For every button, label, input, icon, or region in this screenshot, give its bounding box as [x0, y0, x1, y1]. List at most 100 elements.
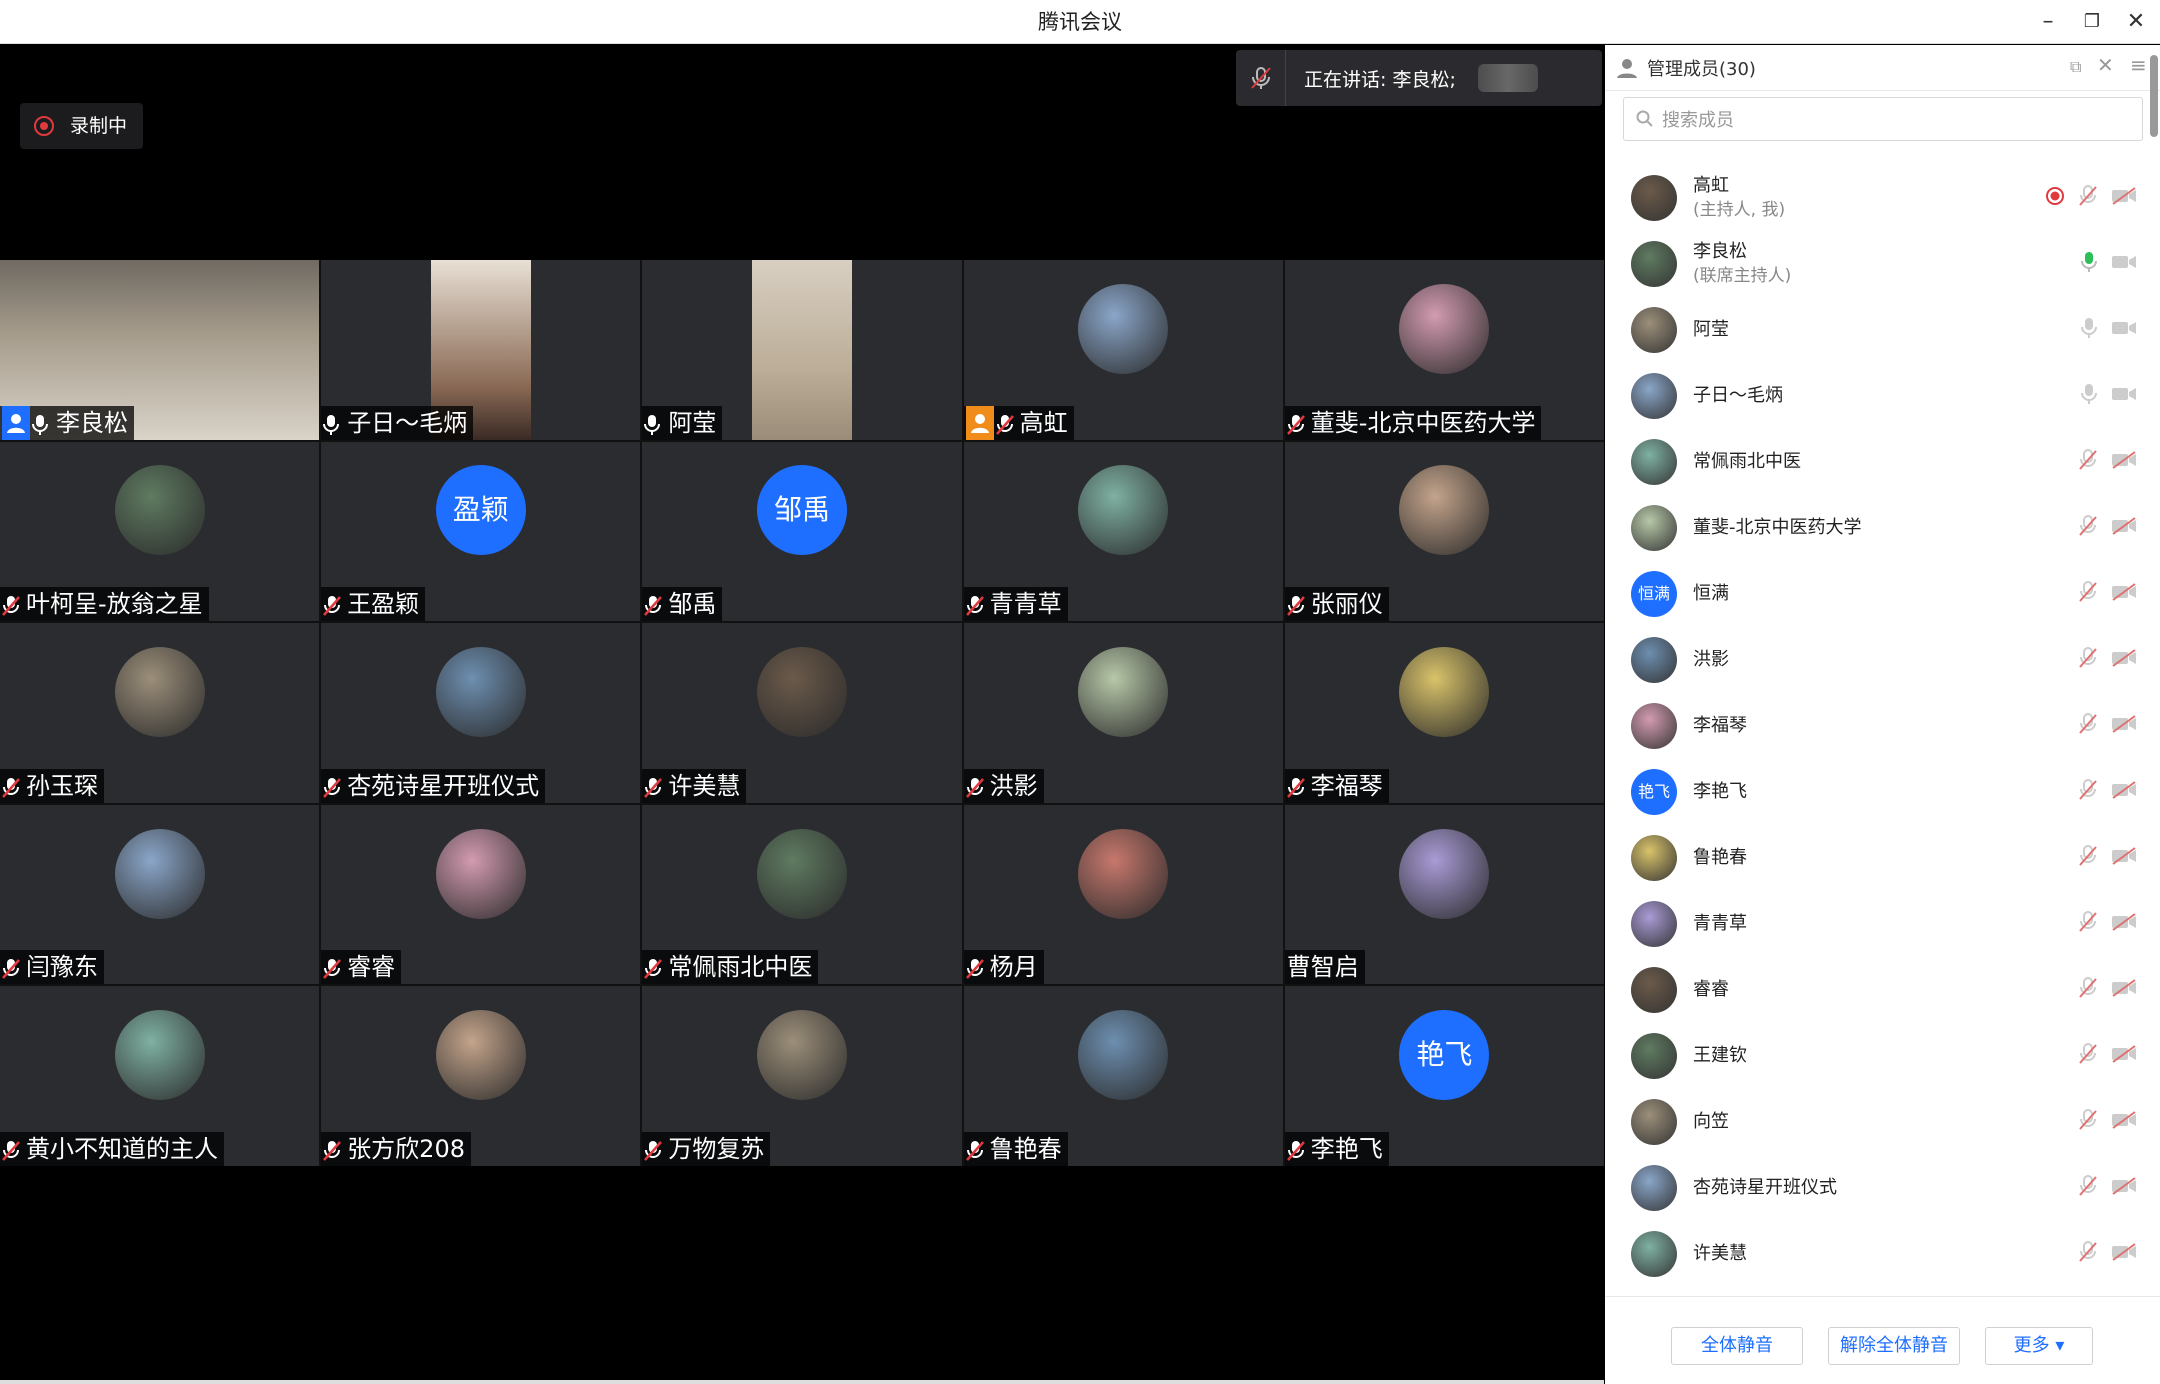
- mute-all-button[interactable]: 全体静音: [1671, 1327, 1803, 1365]
- member-name: 青青草: [1693, 913, 1747, 934]
- member-row[interactable]: 董斐-北京中医药大学: [1605, 495, 2145, 561]
- panel-close-icon[interactable]: ✕: [2097, 53, 2114, 77]
- participant-tile[interactable]: 盈颖 王盈颖: [321, 441, 641, 622]
- camera-icon[interactable]: [2111, 1111, 2137, 1133]
- member-row[interactable]: 恒满 恒满: [1605, 561, 2145, 627]
- participant-tile[interactable]: 许美慧: [642, 623, 962, 803]
- participant-tile[interactable]: 李良松: [0, 260, 320, 440]
- camera-icon[interactable]: [2111, 781, 2137, 803]
- mic-icon[interactable]: [2081, 251, 2097, 277]
- panel-scrollbar[interactable]: [2150, 55, 2158, 137]
- member-name: 李良松: [1693, 241, 1747, 262]
- participant-tile[interactable]: 常佩雨北中医: [642, 804, 962, 985]
- recording-indicator[interactable]: 录制中: [20, 103, 144, 149]
- unmute-all-button[interactable]: 解除全体静音: [1828, 1327, 1960, 1365]
- member-row[interactable]: 李福琴: [1605, 693, 2145, 759]
- member-row[interactable]: 鲁艳春: [1605, 825, 2145, 891]
- camera-icon[interactable]: [2111, 517, 2137, 539]
- camera-icon[interactable]: [2111, 847, 2137, 869]
- member-row[interactable]: 许美慧: [1605, 1221, 2145, 1287]
- participant-tile[interactable]: 睿睿: [321, 804, 641, 985]
- muted-mic-icon[interactable]: [2079, 1109, 2097, 1135]
- close-icon[interactable]: ✕: [2120, 6, 2152, 38]
- participant-tile[interactable]: 高虹: [963, 260, 1283, 440]
- camera-icon[interactable]: [2111, 319, 2137, 341]
- participant-tile[interactable]: 艳飞 李艳飞: [1284, 986, 1604, 1166]
- participant-tile[interactable]: 鲁艳春: [963, 986, 1283, 1166]
- participant-tile[interactable]: 阿莹: [642, 260, 962, 440]
- member-row[interactable]: 李良松 (联席主持人): [1605, 231, 2145, 297]
- member-row[interactable]: 子日～毛炳: [1605, 363, 2145, 429]
- camera-icon[interactable]: [2111, 715, 2137, 737]
- muted-mic-icon[interactable]: [2079, 911, 2097, 937]
- participant-tile[interactable]: 张丽仪: [1284, 441, 1604, 622]
- camera-icon[interactable]: [2111, 253, 2137, 275]
- member-row[interactable]: 青青草: [1605, 891, 2145, 957]
- participant-name: 常佩雨北中医: [668, 953, 813, 982]
- member-avatar: 恒满: [1631, 571, 1677, 617]
- participant-tile[interactable]: 洪影: [963, 623, 1283, 803]
- camera-icon[interactable]: [2111, 451, 2137, 473]
- member-row[interactable]: 杏苑诗星开班仪式: [1605, 1155, 2145, 1221]
- participant-tile[interactable]: 孙玉琛: [0, 623, 320, 803]
- muted-mic-icon[interactable]: [2079, 449, 2097, 475]
- camera-icon[interactable]: [2111, 583, 2137, 605]
- participant-tile[interactable]: 杏苑诗星开班仪式: [321, 623, 641, 803]
- mic-icon[interactable]: [2081, 317, 2097, 343]
- panel-menu-icon[interactable]: ≡: [2130, 53, 2147, 77]
- camera-icon[interactable]: [2111, 1045, 2137, 1067]
- participant-tile[interactable]: 杨月: [963, 804, 1283, 985]
- member-avatar: [1631, 1099, 1677, 1145]
- member-row[interactable]: 向笠: [1605, 1089, 2145, 1155]
- muted-mic-icon: [323, 774, 343, 798]
- muted-mic-icon[interactable]: [2079, 515, 2097, 541]
- camera-icon[interactable]: [2111, 187, 2137, 209]
- camera-icon[interactable]: [2111, 649, 2137, 671]
- muted-mic-icon[interactable]: [2079, 977, 2097, 1003]
- minimize-icon[interactable]: –: [2032, 6, 2064, 38]
- muted-mic-icon[interactable]: [2079, 1241, 2097, 1267]
- search-icon: [1636, 110, 1653, 127]
- participant-nametag: 子日～毛炳: [321, 405, 474, 440]
- muted-mic-icon[interactable]: [2079, 647, 2097, 673]
- muted-mic-icon[interactable]: [2079, 1175, 2097, 1201]
- participant-tile[interactable]: 邹禹 邹禹: [642, 441, 962, 622]
- member-row[interactable]: 王建钦: [1605, 1023, 2145, 1089]
- camera-icon[interactable]: [2111, 979, 2137, 1001]
- participant-name: 杏苑诗星开班仪式: [347, 771, 540, 800]
- participant-tile[interactable]: 青青草: [963, 441, 1283, 622]
- member-row[interactable]: 洪影: [1605, 627, 2145, 693]
- member-row[interactable]: 高虹 (主持人, 我): [1605, 165, 2145, 231]
- participant-tile[interactable]: 张方欣208: [321, 986, 641, 1166]
- member-row[interactable]: 艳飞 李艳飞: [1605, 759, 2145, 825]
- muted-mic-icon[interactable]: [2079, 581, 2097, 607]
- camera-icon[interactable]: [2111, 385, 2137, 407]
- participant-tile[interactable]: 万物复苏: [642, 986, 962, 1166]
- participant-tile[interactable]: 闫豫东: [0, 804, 320, 985]
- participant-tile[interactable]: 子日～毛炳: [321, 260, 641, 440]
- member-row[interactable]: 常佩雨北中医: [1605, 429, 2145, 495]
- participant-tile[interactable]: 董斐-北京中医药大学: [1284, 260, 1604, 440]
- popout-icon[interactable]: ⧉: [2070, 57, 2081, 77]
- muted-mic-icon[interactable]: [2079, 713, 2097, 739]
- mic-icon[interactable]: [2081, 383, 2097, 409]
- member-row[interactable]: 睿睿: [1605, 957, 2145, 1023]
- restore-icon[interactable]: ❐: [2076, 6, 2108, 38]
- host-badge-icon: [965, 405, 994, 440]
- camera-icon[interactable]: [2111, 1177, 2137, 1199]
- muted-mic-icon[interactable]: [2079, 779, 2097, 805]
- camera-icon[interactable]: [2111, 913, 2137, 935]
- muted-mic-icon[interactable]: [2079, 1043, 2097, 1069]
- muted-mic-icon[interactable]: [2079, 845, 2097, 871]
- member-avatar: [1631, 1231, 1677, 1277]
- participant-tile[interactable]: 叶柯呈-放翁之星: [0, 441, 320, 622]
- participant-tile[interactable]: 李福琴: [1284, 623, 1604, 803]
- muted-mic-icon[interactable]: [2079, 185, 2097, 211]
- more-button[interactable]: 更多 ▾: [1985, 1327, 2093, 1365]
- member-search-input[interactable]: 搜索成员: [1623, 97, 2143, 141]
- member-row[interactable]: 阿莹: [1605, 297, 2145, 363]
- participant-tile[interactable]: 黄小不知道的主人: [0, 986, 320, 1166]
- member-name: 王建钦: [1693, 1045, 1747, 1066]
- camera-icon[interactable]: [2111, 1243, 2137, 1265]
- participant-tile[interactable]: 曹智启: [1284, 804, 1604, 985]
